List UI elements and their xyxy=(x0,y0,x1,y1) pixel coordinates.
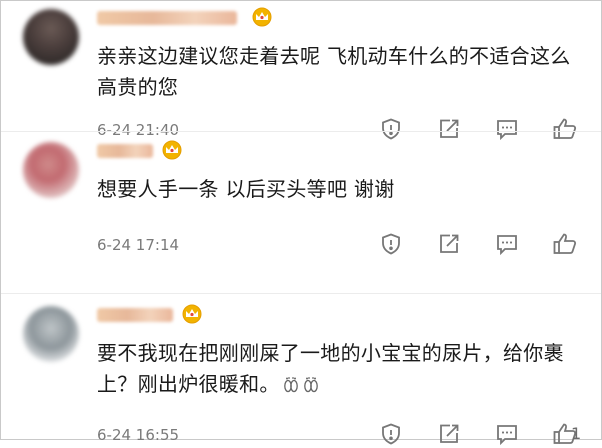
crown-badge-icon xyxy=(182,304,202,324)
crown-badge-icon xyxy=(252,7,272,27)
avatar[interactable] xyxy=(23,142,79,198)
reply-icon[interactable] xyxy=(493,230,521,258)
share-icon[interactable] xyxy=(435,420,463,448)
comment-text: 想要人手一条 以后买头等吧 谢谢 xyxy=(97,177,395,201)
comment-item: 想要人手一条 以后买头等吧 谢谢 6-24 17:14 xyxy=(1,131,601,293)
avatar[interactable] xyxy=(23,9,79,65)
comment-text: 亲亲这边建议您走着去呢 飞机动车什么的不适合这么高贵的您 xyxy=(97,44,571,99)
report-icon[interactable] xyxy=(377,420,405,448)
avatar[interactable] xyxy=(23,306,79,362)
share-icon[interactable] xyxy=(435,230,463,258)
like-count: 1 xyxy=(571,424,582,443)
comment-time: 6-24 16:55 xyxy=(97,426,180,444)
comment-time: 6-24 17:14 xyxy=(97,236,180,254)
crown-badge-icon xyxy=(162,140,182,160)
like-icon[interactable] xyxy=(551,230,579,258)
reply-icon[interactable] xyxy=(493,420,521,448)
comment-item: 要不我现在把刚刚屎了一地的小宝宝的尿片，给你裹上？刚出炉很暖和。 6-24 16… xyxy=(1,293,601,446)
feet-emoji-icon xyxy=(303,377,318,393)
username-blurred[interactable] xyxy=(97,144,153,158)
comment-actions xyxy=(377,230,579,258)
report-icon[interactable] xyxy=(377,230,405,258)
comment-text: 要不我现在把刚刚屎了一地的小宝宝的尿片，给你裹上？刚出炉很暖和。 xyxy=(97,341,564,396)
comment-actions xyxy=(377,420,579,448)
comment-item: 亲亲这边建议您走着去呢 飞机动车什么的不适合这么高贵的您 6-24 21:40 xyxy=(1,1,601,141)
username-blurred[interactable] xyxy=(97,308,173,322)
username-blurred[interactable] xyxy=(97,11,237,25)
feet-emoji-icon xyxy=(283,377,298,393)
